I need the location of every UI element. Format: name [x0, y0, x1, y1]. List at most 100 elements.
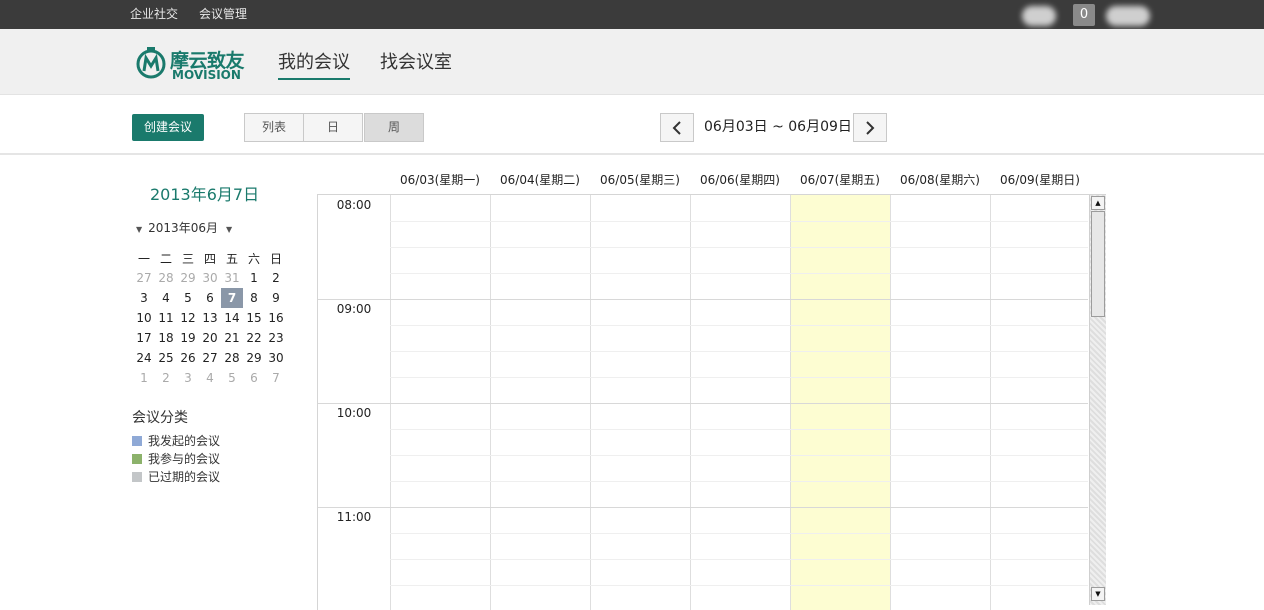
create-meeting-button[interactable]: 创建会议 — [132, 114, 204, 141]
meeting-management-link[interactable]: 会议管理 — [199, 0, 247, 29]
mini-calendar-day[interactable]: 25 — [155, 348, 177, 368]
month-selector[interactable]: ▼ 2013年06月 ▼ — [136, 219, 232, 236]
mini-calendar-day[interactable]: 30 — [199, 268, 221, 288]
chevron-right-icon — [866, 121, 875, 135]
mini-calendar-day[interactable]: 4 — [199, 368, 221, 388]
day-header: 06/03(星期一) — [400, 173, 480, 187]
day-header-today: 06/07(星期五) — [800, 173, 880, 187]
nav-find-room[interactable]: 找会议室 — [380, 52, 452, 74]
mini-calendar-day[interactable]: 24 — [133, 348, 155, 368]
mini-calendar-day[interactable]: 28 — [221, 348, 243, 368]
mini-calendar-day[interactable]: 22 — [243, 328, 265, 348]
mini-calendar: 一 二 三 四 五 六 日 27 28 29 30 31 1 2 3 4 5 6… — [133, 248, 287, 388]
mini-calendar-day[interactable]: 27 — [199, 348, 221, 368]
weekday-label: 四 — [203, 251, 216, 266]
mini-calendar-day[interactable]: 5 — [221, 368, 243, 388]
day-header: 06/04(星期二) — [500, 173, 580, 187]
mini-calendar-day[interactable]: 23 — [265, 328, 287, 348]
weekday-label: 六 — [247, 251, 260, 266]
mini-calendar-day[interactable]: 1 — [133, 368, 155, 388]
mini-calendar-day[interactable]: 2 — [265, 268, 287, 288]
quarter-line — [390, 273, 1088, 274]
quarter-line — [390, 481, 1088, 482]
vertical-scrollbar[interactable]: ▲ ▼ — [1089, 195, 1106, 605]
quarter-line — [390, 325, 1088, 326]
mini-calendar-day[interactable]: 13 — [199, 308, 221, 328]
scroll-up-icon[interactable]: ▲ — [1091, 196, 1105, 210]
legend-swatch — [132, 436, 142, 446]
mini-calendar-day[interactable]: 8 — [243, 288, 265, 308]
notification-count-badge[interactable]: 0 — [1073, 4, 1095, 26]
mini-calendar-day[interactable]: 28 — [155, 268, 177, 288]
mini-calendar-day[interactable]: 10 — [133, 308, 155, 328]
mini-calendar-day[interactable]: 6 — [243, 368, 265, 388]
enterprise-social-link[interactable]: 企业社交 — [130, 0, 178, 29]
mini-calendar-day[interactable]: 4 — [155, 288, 177, 308]
nav-my-meetings[interactable]: 我的会议 — [278, 52, 350, 80]
mini-calendar-day[interactable]: 18 — [155, 328, 177, 348]
quarter-line — [390, 585, 1088, 586]
mini-calendar-day[interactable]: 6 — [199, 288, 221, 308]
logo-text-en: MOVISION — [172, 68, 241, 82]
mini-calendar-day[interactable]: 31 — [221, 268, 243, 288]
week-grid: 08:00 09:00 10:00 11:00 — [317, 194, 1106, 610]
prev-week-button[interactable] — [660, 113, 694, 142]
mini-calendar-day[interactable]: 3 — [133, 288, 155, 308]
mini-calendar-day[interactable]: 3 — [177, 368, 199, 388]
mini-calendar-day[interactable]: 29 — [243, 348, 265, 368]
quarter-line — [390, 377, 1088, 378]
mini-calendar-day[interactable]: 2 — [155, 368, 177, 388]
view-week-button[interactable]: 周 — [364, 113, 424, 142]
mini-calendar-day[interactable]: 12 — [177, 308, 199, 328]
time-label: 11:00 — [336, 510, 372, 524]
mini-calendar-day[interactable]: 14 — [221, 308, 243, 328]
mini-calendar-day[interactable]: 29 — [177, 268, 199, 288]
top-bar: 企业社交 会议管理 0 — [0, 0, 1264, 29]
view-list-button[interactable]: 列表 — [244, 113, 304, 142]
next-week-button[interactable] — [853, 113, 887, 142]
quarter-line — [390, 247, 1088, 248]
mini-calendar-day[interactable]: 26 — [177, 348, 199, 368]
hour-line — [318, 507, 1088, 508]
weekday-label: 日 — [269, 251, 282, 266]
mini-calendar-day[interactable]: 9 — [265, 288, 287, 308]
mini-calendar-day[interactable]: 1 — [243, 268, 265, 288]
legend-item-participated[interactable]: 我参与的会议 — [132, 450, 220, 467]
mini-calendar-day[interactable]: 27 — [133, 268, 155, 288]
day-header: 06/06(星期四) — [700, 173, 780, 187]
legend-item-expired[interactable]: 已过期的会议 — [132, 468, 220, 485]
day-header: 06/09(星期日) — [1000, 173, 1080, 187]
legend-item-initiated[interactable]: 我发起的会议 — [132, 432, 220, 449]
mini-calendar-day[interactable]: 7 — [265, 368, 287, 388]
mini-calendar-day[interactable]: 21 — [221, 328, 243, 348]
legend-label: 我参与的会议 — [148, 452, 221, 466]
user-menu-blurred[interactable] — [1106, 6, 1150, 26]
movision-logo[interactable]: 摩云致友 MOVISION — [134, 44, 246, 82]
scrollbar-thumb[interactable] — [1091, 211, 1105, 317]
mini-calendar-day[interactable]: 5 — [177, 288, 199, 308]
scroll-down-icon[interactable]: ▼ — [1091, 587, 1105, 601]
header: 摩云致友 MOVISION 我的会议 找会议室 — [0, 29, 1264, 95]
meeting-category-title: 会议分类 — [132, 410, 188, 426]
caret-down-icon[interactable]: ▼ — [136, 225, 142, 234]
user-name-blurred — [1022, 6, 1056, 26]
hour-line — [318, 403, 1088, 404]
weekday-label: 二 — [159, 251, 172, 266]
mini-calendar-day[interactable]: 16 — [265, 308, 287, 328]
time-label: 10:00 — [336, 406, 372, 420]
mini-calendar-weekdays: 一 二 三 四 五 六 日 — [133, 248, 287, 268]
mini-calendar-day-selected[interactable]: 7 — [221, 288, 243, 308]
quarter-line — [390, 351, 1088, 352]
view-day-button[interactable]: 日 — [303, 113, 363, 142]
caret-down-icon[interactable]: ▼ — [226, 225, 232, 234]
day-header: 06/05(星期三) — [600, 173, 680, 187]
mini-calendar-day[interactable]: 19 — [177, 328, 199, 348]
mini-calendar-day[interactable]: 11 — [155, 308, 177, 328]
mini-calendar-day[interactable]: 20 — [199, 328, 221, 348]
mini-calendar-day[interactable]: 15 — [243, 308, 265, 328]
mini-calendar-day[interactable]: 30 — [265, 348, 287, 368]
legend-swatch — [132, 454, 142, 464]
mini-calendar-day[interactable]: 17 — [133, 328, 155, 348]
quarter-line — [390, 455, 1088, 456]
time-label: 09:00 — [336, 302, 372, 316]
